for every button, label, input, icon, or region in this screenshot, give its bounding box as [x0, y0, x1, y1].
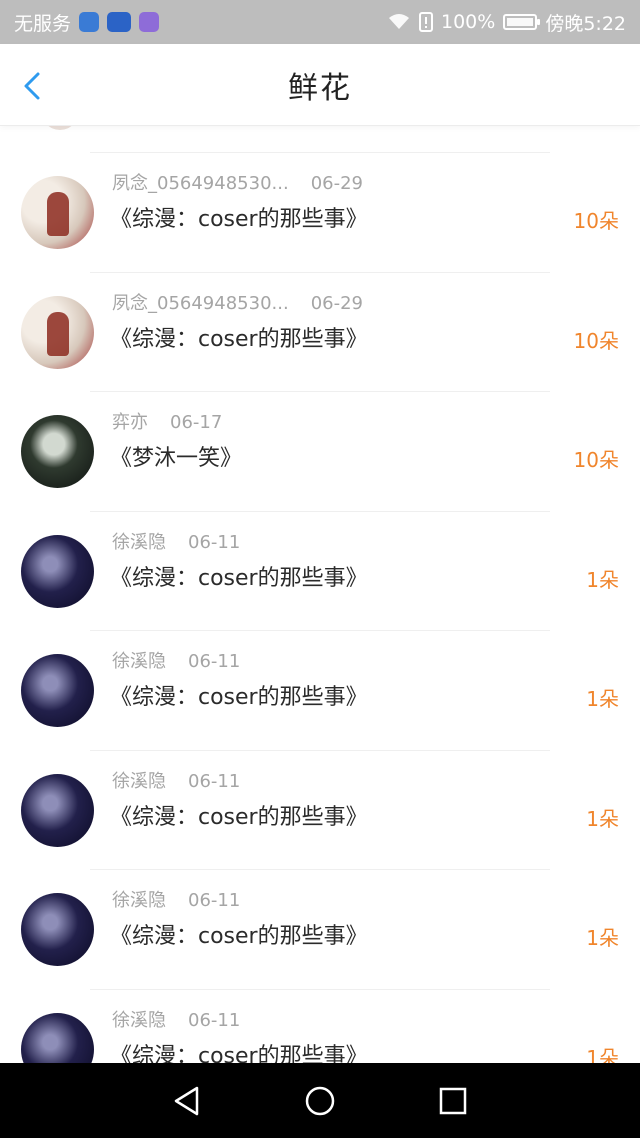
flower-count: 10朵 [573, 448, 619, 472]
item-meta: 徐溪隐 06-11 [112, 647, 240, 673]
flower-count: 10朵 [573, 328, 619, 353]
nav-back-button[interactable] [167, 1081, 207, 1121]
circle-home-icon [305, 1086, 335, 1115]
system-nav-bar [0, 1063, 640, 1138]
date: 06-11 [188, 770, 241, 792]
date: 06-11 [188, 531, 241, 553]
flower-list[interactable]: 夙念_0564948530... 06-29 《综漫：coser的那些事》 10朵 夙念… [0, 126, 640, 1063]
triangle-back-icon [174, 1086, 198, 1115]
page-title: 鲜花 [288, 70, 352, 106]
status-left: 无服务 [14, 9, 160, 36]
list-item[interactable]: 徐溪隐 06-11 《综漫：coser的那些事》 1朵 [0, 990, 640, 1064]
avatar[interactable] [21, 415, 94, 488]
item-meta: 徐溪隐 06-11 [112, 767, 240, 793]
status-right: 100% 傍晚5:22 [387, 9, 626, 36]
username[interactable]: 徐溪隐 [112, 771, 166, 792]
battery-percent: 100% [441, 11, 496, 33]
avatar[interactable] [21, 893, 94, 966]
carrier-label: 无服务 [14, 12, 72, 35]
flower-count: 1朵 [586, 1045, 619, 1064]
list-item[interactable]: 徐溪隐 06-11 《综漫：coser的那些事》 1朵 [0, 751, 640, 870]
username[interactable]: 夙念_0564948530... [112, 173, 289, 194]
item-meta: 弈亦 06-17 [112, 408, 222, 434]
avatar [40, 126, 80, 130]
list-item[interactable]: 夙念_0564948530... 06-29 《综漫：coser的那些事》 10朵 [0, 153, 640, 273]
flower-count: 1朵 [586, 806, 619, 831]
avatar[interactable] [21, 176, 94, 249]
work-title[interactable]: 《综漫：coser的那些事》 [110, 679, 368, 711]
date: 06-11 [188, 1009, 241, 1031]
avatar[interactable] [21, 1012, 94, 1063]
camera-app-icon [139, 12, 160, 32]
flower-count: 1朵 [586, 926, 619, 950]
item-meta: 徐溪隐 06-11 [112, 1006, 240, 1032]
username[interactable]: 夙念_0564948530... [112, 293, 289, 314]
flower-count: 1朵 [586, 567, 619, 592]
item-meta: 夙念_0564948530... 06-29 [112, 169, 363, 195]
username[interactable]: 徐溪隐 [112, 532, 166, 553]
date: 06-17 [170, 412, 223, 433]
date: 06-11 [188, 890, 241, 911]
status-bar: 无服务 100% 傍晚5:22 [0, 0, 640, 44]
work-title[interactable]: 《综漫：coser的那些事》 [110, 918, 368, 950]
list-item[interactable]: 徐溪隐 06-11 《综漫：coser的那些事》 1朵 [0, 512, 640, 631]
nav-recents-button[interactable] [433, 1081, 473, 1121]
flower-count: 1朵 [586, 687, 619, 711]
list-item[interactable]: 徐溪隐 06-11 《综漫：coser的那些事》 1朵 [0, 870, 640, 990]
work-title[interactable]: 《梦沐一笑》 [110, 440, 242, 472]
list-item[interactable]: 徐溪隐 06-11 《综漫：coser的那些事》 1朵 [0, 631, 640, 751]
username[interactable]: 徐溪隐 [112, 890, 166, 911]
item-meta: 夙念_0564948530... 06-29 [112, 289, 363, 315]
avatar[interactable] [21, 654, 94, 727]
username[interactable]: 弈亦 [112, 412, 148, 433]
chevron-left-icon [24, 72, 40, 100]
work-title[interactable]: 《综漫：coser的那些事》 [110, 201, 368, 233]
date: 06-11 [188, 651, 241, 672]
back-button[interactable] [18, 71, 48, 101]
square-recents-icon [440, 1087, 467, 1114]
nav-home-button[interactable] [300, 1081, 340, 1121]
username[interactable]: 徐溪隐 [112, 651, 166, 672]
battery-icon [503, 14, 541, 30]
clock: 傍晚5:22 [545, 12, 626, 35]
list-item[interactable]: 夙念_0564948530... 06-29 《综漫：coser的那些事》 10朵 [0, 273, 640, 392]
date: 06-29 [310, 292, 363, 314]
shield-app-icon [79, 12, 100, 32]
work-title[interactable]: 《综漫：coser的那些事》 [110, 799, 368, 831]
work-title[interactable]: 《综漫：coser的那些事》 [110, 560, 368, 592]
work-title[interactable]: 《综漫：coser的那些事》 [110, 321, 368, 353]
avatar[interactable] [21, 295, 94, 369]
app-header: 鲜花 [0, 44, 640, 126]
flower-count: 10朵 [573, 209, 619, 233]
username[interactable]: 徐溪隐 [112, 1010, 166, 1031]
avatar[interactable] [21, 773, 94, 847]
item-meta: 徐溪隐 06-11 [112, 528, 240, 554]
work-title[interactable]: 《综漫：coser的那些事》 [110, 1038, 368, 1064]
list-item[interactable]: 弈亦 06-17 《梦沐一笑》 10朵 [0, 392, 640, 512]
wifi-icon [389, 14, 409, 29]
avatar[interactable] [21, 534, 94, 608]
date: 06-29 [310, 173, 363, 194]
sim-icon [419, 12, 433, 32]
app-notification-icon [107, 12, 132, 32]
item-meta: 徐溪隐 06-11 [112, 886, 240, 912]
